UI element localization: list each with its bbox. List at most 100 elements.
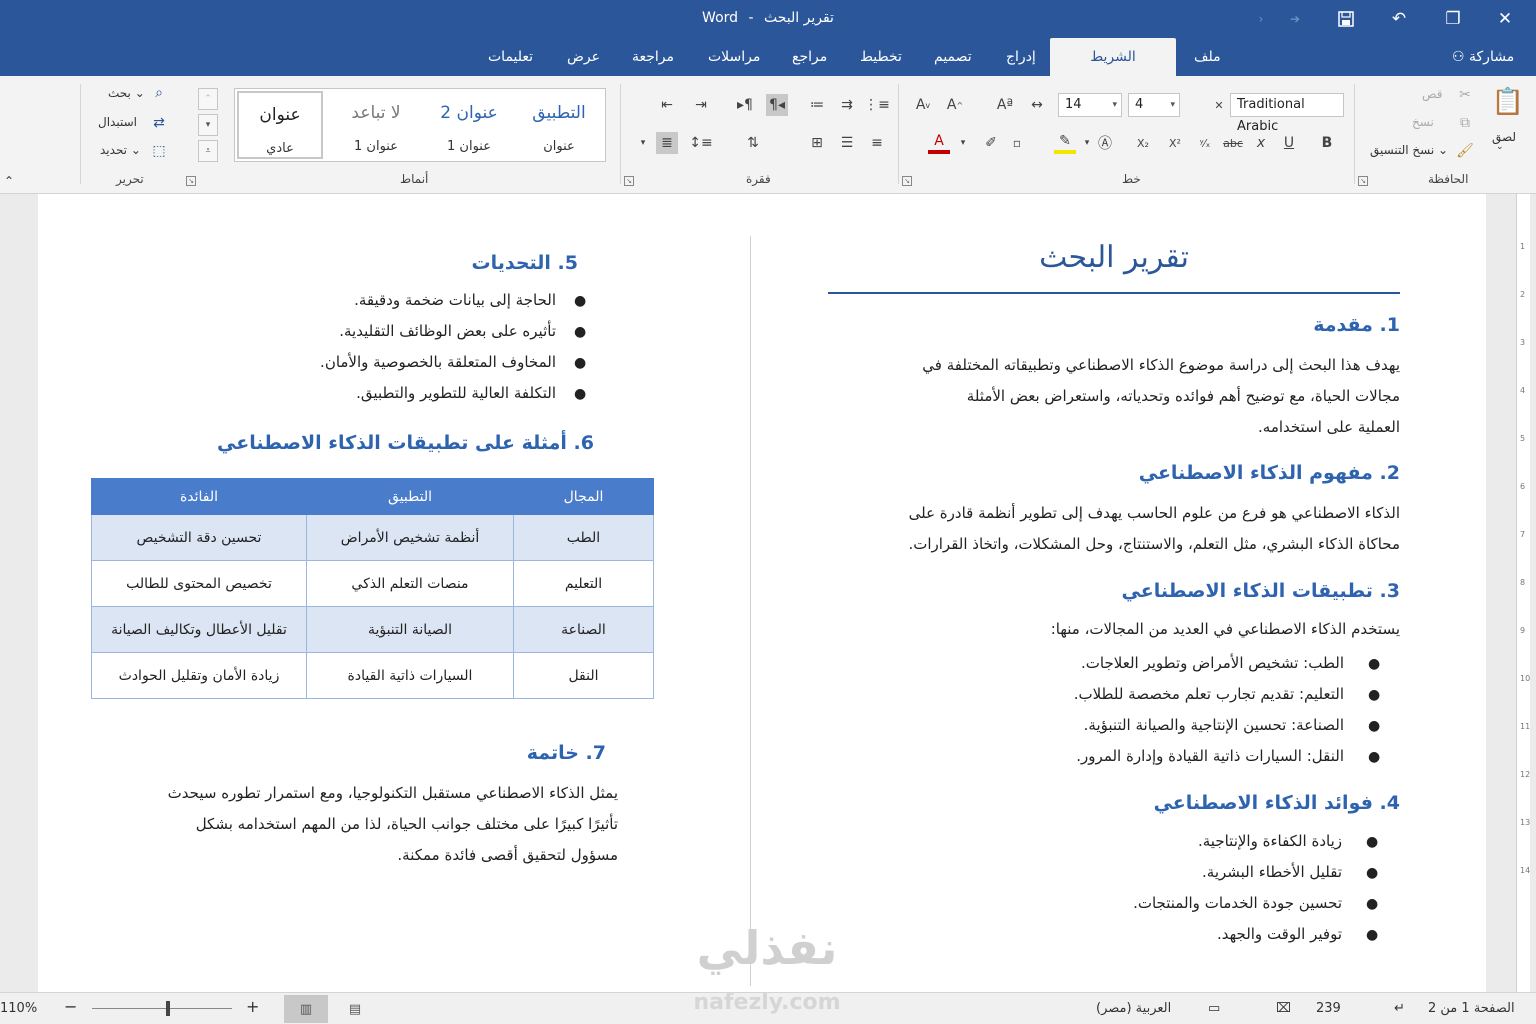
cut-icon[interactable]: ✂ bbox=[1454, 84, 1476, 106]
clipboard-launcher-icon[interactable]: ↘ bbox=[1358, 176, 1368, 186]
character-shading-icon[interactable]: ▫ bbox=[1006, 132, 1028, 154]
tab-references[interactable]: مراجع bbox=[778, 38, 841, 76]
zoom-in-icon[interactable]: + bbox=[246, 997, 259, 1016]
rtl-direction-icon[interactable]: ¶◂ bbox=[766, 94, 788, 116]
clear-formatting-icon[interactable]: ✐ bbox=[980, 132, 1002, 154]
italic-icon[interactable]: x bbox=[1250, 132, 1272, 154]
word-count[interactable]: 239 bbox=[1316, 1001, 1341, 1016]
grow-font-icon[interactable]: A ^ bbox=[944, 94, 966, 116]
sort-icon[interactable]: ⇅ bbox=[742, 132, 764, 154]
shrink-font-icon[interactable]: Av bbox=[912, 94, 934, 116]
font-color-icon[interactable]: A bbox=[928, 132, 950, 154]
zoom-out-icon[interactable]: − bbox=[64, 997, 77, 1016]
decrease-indent-icon[interactable]: ⇤ bbox=[656, 94, 678, 116]
read-mode-icon[interactable]: ▥ bbox=[284, 995, 328, 1023]
strikethrough-icon[interactable]: abc bbox=[1222, 132, 1244, 154]
justify-icon[interactable]: ≣ bbox=[656, 132, 678, 154]
paragraph-launcher-icon[interactable]: ↘ bbox=[624, 176, 634, 186]
copy-button[interactable]: نسخ bbox=[1412, 115, 1434, 129]
styles-scroll-down-icon[interactable]: ▾ bbox=[198, 114, 218, 136]
zoom-level[interactable]: 110% bbox=[0, 1001, 37, 1016]
paste-icon[interactable]: 📋 bbox=[1492, 86, 1524, 118]
chevron-down-icon[interactable]: ▾ bbox=[632, 132, 654, 154]
replace-button[interactable]: استبدال bbox=[98, 115, 137, 129]
table-cell: الصناعة bbox=[513, 606, 654, 653]
text-direction-icon[interactable]: ↔ bbox=[1026, 94, 1048, 116]
highlight-icon[interactable]: ✎ bbox=[1054, 132, 1076, 154]
tab-help[interactable]: تعليمات bbox=[474, 38, 547, 76]
paragraph-line: يمثل الذكاء الاصطناعي مستقبل التكنولوجيا… bbox=[167, 784, 618, 802]
bullets-icon[interactable]: ≔ bbox=[806, 94, 828, 116]
subscript-icon[interactable]: X₂ bbox=[1132, 132, 1154, 154]
format-painter-icon[interactable]: 🖌 bbox=[1454, 140, 1476, 162]
font-launcher-icon[interactable]: ↘ bbox=[902, 176, 912, 186]
bullet-icon: ● bbox=[1366, 896, 1379, 912]
style-item[interactable]: لا تباعد عنوان 1 bbox=[331, 91, 421, 159]
list-item: زيادة الكفاءة والإنتاجية. bbox=[1197, 832, 1342, 850]
align-center-icon[interactable]: ☰ bbox=[836, 132, 858, 154]
chevron-down-icon[interactable]: ▾ bbox=[952, 132, 974, 154]
style-item[interactable]: عنوان 2 عنوان 1 bbox=[425, 91, 513, 159]
share-label: مشاركة bbox=[1469, 49, 1515, 65]
ruler-tick: 14 bbox=[1520, 866, 1531, 875]
paragraph-line: مجالات الحياة، مع توضيح أهم فوائده وتحدي… bbox=[966, 387, 1400, 405]
share-button[interactable]: مشاركة ⚇ bbox=[1452, 38, 1514, 76]
tab-mailings[interactable]: مراسلات bbox=[694, 38, 774, 76]
chevron-down-icon[interactable]: ▾ bbox=[1076, 132, 1098, 154]
underline-icon[interactable]: U bbox=[1278, 132, 1300, 154]
tab-insert[interactable]: إدراج bbox=[992, 38, 1050, 76]
numbering-icon[interactable]: ⋮≡ bbox=[864, 94, 890, 116]
ltr-direction-icon[interactable]: ▸¶ bbox=[734, 94, 756, 116]
table-cell: الصيانة التنبؤية bbox=[306, 606, 514, 653]
find-button[interactable]: ⌄ بحث bbox=[108, 86, 145, 100]
print-layout-icon[interactable]: ▤ bbox=[333, 995, 377, 1023]
align-right-icon[interactable]: ≡ bbox=[866, 132, 888, 154]
search-icon[interactable]: ⌕ bbox=[148, 82, 170, 104]
list-item: التعليم: تقديم تجارب تعلم مخصصة للطلاب. bbox=[1073, 685, 1344, 703]
complex-size-combo[interactable]: 4 ▾ bbox=[1128, 93, 1180, 117]
replace-icon[interactable]: ⇄ bbox=[148, 112, 170, 134]
paste-dropdown-icon[interactable]: ⌄ bbox=[1496, 142, 1504, 152]
tab-home[interactable]: الشريط الرئيسي bbox=[1050, 38, 1176, 103]
clear-icon[interactable]: ✕ bbox=[1208, 94, 1230, 116]
style-item[interactable]: التطبيق عنوان bbox=[515, 91, 603, 159]
tab-view[interactable]: عرض bbox=[553, 38, 614, 76]
diacritics-icon[interactable]: ʸ⁄ₓ bbox=[1194, 132, 1216, 154]
format-painter-button[interactable]: ⌄ نسخ التنسيق bbox=[1370, 143, 1448, 157]
styles-more-icon[interactable]: ⩡ bbox=[198, 140, 218, 162]
table-row: الطب أنظمة تشخيص الأمراض تحسين دقة التشخ… bbox=[91, 514, 654, 561]
table-header-cell: التطبيق bbox=[306, 478, 514, 515]
style-item-selected[interactable]: عنوان عادي bbox=[237, 91, 323, 159]
document-page[interactable]: تقرير البحث 1. مقدمة يهدف هذا البحث إلى … bbox=[38, 194, 1486, 992]
zoom-slider[interactable] bbox=[92, 1008, 232, 1009]
increase-indent-icon[interactable]: ⇥ bbox=[690, 94, 712, 116]
font-name-combo[interactable]: Traditional Arabic bbox=[1230, 93, 1344, 134]
list-item: توفير الوقت والجهد. bbox=[1216, 925, 1342, 943]
tab-design[interactable]: تصميم bbox=[920, 38, 986, 76]
bold-icon[interactable]: B bbox=[1316, 132, 1338, 154]
multilevel-list-icon[interactable]: ⇉ bbox=[836, 94, 858, 116]
tab-review[interactable]: مراجعة bbox=[618, 38, 688, 76]
borders-icon[interactable]: ⊞ bbox=[806, 132, 828, 154]
language-indicator[interactable]: العربية (مصر) bbox=[1096, 1001, 1171, 1016]
tab-layout[interactable]: تخطيط bbox=[846, 38, 916, 76]
track-changes-icon[interactable]: ⌧ bbox=[1276, 1001, 1291, 1016]
zoom-slider-thumb[interactable] bbox=[166, 1001, 170, 1016]
line-spacing-icon[interactable]: ↕≡ bbox=[689, 132, 712, 154]
select-icon[interactable]: ⬚ bbox=[148, 140, 170, 162]
styles-launcher-icon[interactable]: ↘ bbox=[186, 176, 196, 186]
styles-scroll-up-icon[interactable]: ⌃ bbox=[198, 88, 218, 110]
column-separator bbox=[750, 236, 751, 986]
collapse-ribbon-icon[interactable]: ⌃ bbox=[4, 174, 14, 188]
superscript-icon[interactable]: X² bbox=[1164, 132, 1186, 154]
tab-file[interactable]: ملف bbox=[1180, 38, 1235, 76]
ruler-tick: 7 bbox=[1520, 530, 1526, 539]
copy-icon[interactable]: ⧉ bbox=[1454, 112, 1476, 134]
focus-icon[interactable]: ▭ bbox=[1208, 1001, 1220, 1016]
page-count[interactable]: الصفحة 1 من 2 bbox=[1428, 1001, 1515, 1016]
select-button[interactable]: ⌄ تحديد bbox=[100, 143, 141, 157]
font-size-combo[interactable]: 14 ▾ bbox=[1058, 93, 1122, 117]
proofing-icon[interactable]: ↵ bbox=[1394, 1001, 1405, 1016]
cut-button[interactable]: قص bbox=[1422, 87, 1442, 101]
change-case-icon[interactable]: Aª bbox=[994, 94, 1016, 116]
